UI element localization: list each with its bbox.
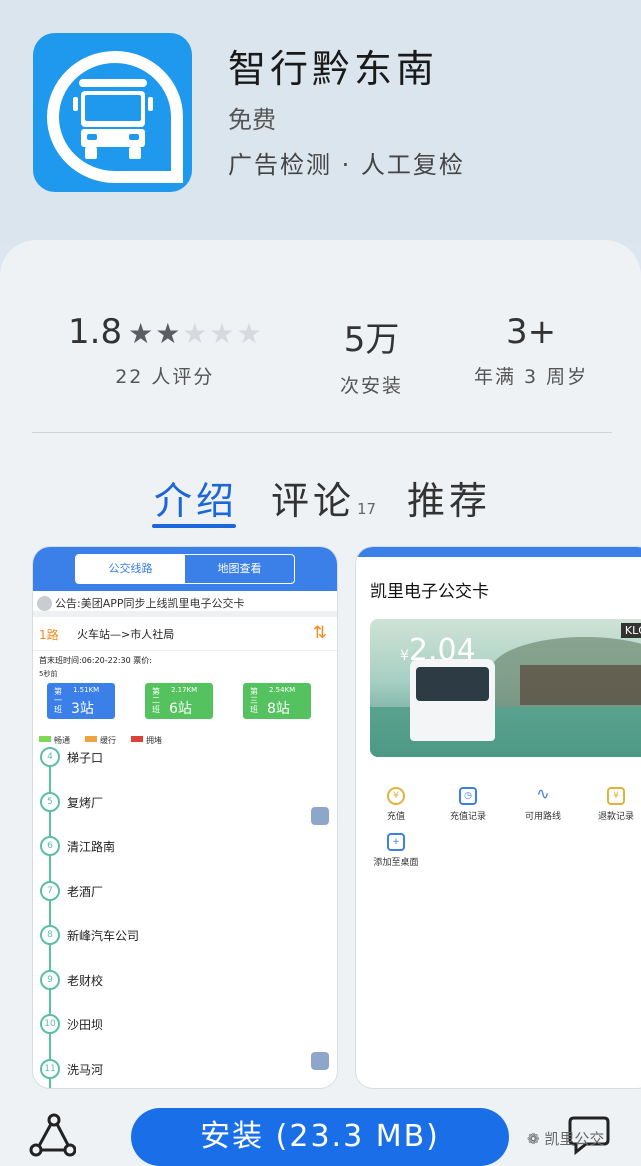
legend-item: 畅通 [39, 735, 70, 746]
route-row: 1路 火车站—>市人社局 ⇅ [33, 617, 337, 651]
bus-card-label: 第二班 [152, 687, 160, 714]
star-icon: ★ [155, 316, 181, 350]
top-strip [356, 547, 641, 557]
add-to-desktop-button: + 添加至桌面 [364, 833, 428, 868]
installs-value: 5万 [343, 320, 400, 360]
bus-cards: 第一班 1.51KM 3站 第二班 2.17KM 6站 第三班 2.54KM 8… [33, 683, 337, 723]
swap-direction-icon: ⇅ [312, 623, 327, 643]
recharge-button: ¥ 充值 [364, 787, 428, 822]
bus-card-stops: 8站 [267, 701, 290, 717]
bus-card-label: 第三班 [250, 687, 258, 714]
app-price: 免费 [228, 106, 276, 134]
legend-item: 拥堵 [131, 735, 162, 746]
install-button[interactable]: 安装 (23.3 MB) [131, 1108, 509, 1166]
rating-stars: ★ ★ ★ ★ ★ [128, 316, 262, 350]
bell-icon [37, 596, 52, 611]
rating-count: 22 人评分 [115, 366, 215, 388]
review-count-badge: 17 [357, 500, 377, 518]
segment-control: 公交线路 地图查看 [75, 554, 295, 584]
bus-card-title: 凯里电子公交卡 [370, 582, 489, 602]
route-name: 火车站—>市人社局 [77, 628, 175, 641]
tab-recommend[interactable]: 推荐 [407, 470, 491, 525]
bus-marker-icon [311, 807, 329, 825]
recharge-history-button: ◷ 充值记录 [436, 787, 500, 822]
tab-reviews-label: 评论 [271, 479, 356, 523]
bus-card-distance: 1.51KM [73, 686, 100, 694]
tab-intro[interactable]: 介绍 [154, 470, 238, 525]
bus-card: 第一班 1.51KM 3站 [47, 683, 115, 719]
bus-card-label: 第一班 [54, 687, 62, 714]
tab-indicator [152, 524, 236, 528]
bus-card: 第三班 2.54KM 8站 [243, 683, 311, 719]
time-info: 首末班时间:06:20-22:30 票价: [39, 656, 152, 665]
rating-stat[interactable]: 1.8 ★ ★ ★ ★ ★ 22 人评分 [68, 312, 262, 389]
app-bus-icon [33, 33, 192, 192]
segment-map: 地图查看 [217, 562, 262, 575]
wechat-icon: ❁ [527, 1130, 540, 1148]
bus-marker-icon [311, 1052, 329, 1070]
installs-stat: 5万 次安装 [340, 312, 403, 398]
card-logo: KLGJ [620, 623, 641, 638]
history-icon: ◷ [459, 787, 477, 805]
recharge-icon: ¥ [387, 787, 405, 805]
bus-photo [410, 659, 495, 741]
app-header: 智行黔东南 免费 广告检测 · 人工复检 [0, 0, 641, 245]
age-label: 年满 3 周岁 [474, 366, 589, 388]
add-icon: + [387, 833, 405, 851]
bus-card-image: ¥2.04 KLGJ [370, 619, 641, 757]
star-icon: ★ [236, 316, 262, 350]
routes-button: ∿ 可用路线 [524, 784, 561, 823]
star-icon: ★ [209, 316, 235, 350]
divider [32, 432, 612, 433]
screenshot-bus-route[interactable]: 公交线路 地图查看 公告:美团APP同步上线凯里电子公交卡 1路 火车站—>市人… [32, 546, 338, 1089]
tab-bar: 介绍 评论 17 推荐 [0, 470, 641, 530]
app-review-note: 广告检测 · 人工复检 [228, 151, 465, 179]
route-icon: ∿ [536, 784, 550, 803]
notice-bar: 公告:美团APP同步上线凯里电子公交卡 [33, 591, 337, 617]
star-icon: ★ [128, 316, 154, 350]
refund-history-button: ¥ 退款记录 [584, 787, 641, 822]
traffic-legend: 畅通 缓行 拥堵 [33, 733, 337, 747]
tab-reviews[interactable]: 评论 17 [271, 470, 376, 525]
watermark: ❁ 凯里公交 [527, 1128, 604, 1149]
star-icon: ★ [182, 316, 208, 350]
segment-route: 公交线路 [76, 555, 185, 583]
notice-text: 公告:美团APP同步上线凯里电子公交卡 [55, 597, 245, 610]
bus-card-distance: 2.54KM [269, 686, 296, 694]
app-title: 智行黔东南 [228, 47, 439, 91]
rating-value: 1.8 [68, 312, 123, 352]
watermark-text: 凯里公交 [544, 1130, 605, 1148]
legend-item: 缓行 [85, 735, 116, 746]
update-ago: 5秒前 [39, 670, 58, 678]
app-detail-card: 1.8 ★ ★ ★ ★ ★ 22 人评分 5万 次安装 3+ 年满 3 周岁 介绍 评论… [0, 240, 641, 1166]
share-icon[interactable] [28, 1110, 76, 1158]
card-balance: ¥2.04 [400, 633, 476, 668]
bus-card-stops: 3站 [71, 701, 94, 717]
route-header: 公交线路 地图查看 [33, 547, 337, 591]
age-stat: 3+ 年满 3 周岁 [474, 312, 588, 389]
bus-card: 第二班 2.17KM 6站 [145, 683, 213, 719]
age-value: 3+ [506, 312, 557, 352]
refund-icon: ¥ [607, 787, 625, 805]
route-number: 1路 [39, 628, 59, 642]
installs-label: 次安装 [340, 375, 404, 397]
bus-card-stops: 6站 [169, 701, 192, 717]
screenshot-bus-card[interactable]: 凯里电子公交卡 ¥2.04 KLGJ ¥充值 ◷充值记录 ∿可用路线 ¥退款记录… [355, 546, 641, 1089]
bus-card-distance: 2.17KM [171, 686, 198, 694]
